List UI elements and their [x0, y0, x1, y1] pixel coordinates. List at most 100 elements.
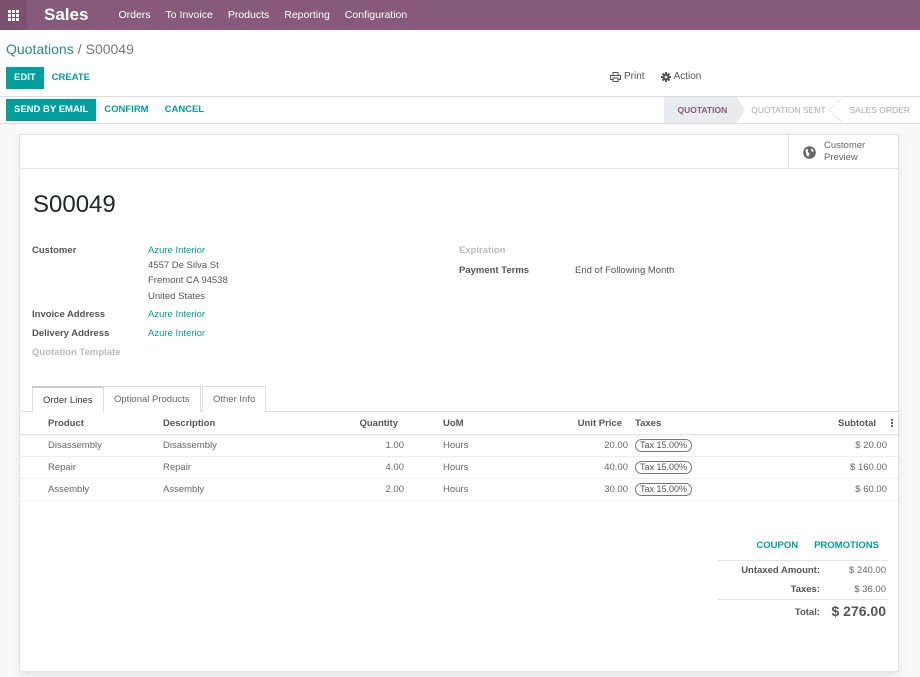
cell-uom: Hours: [443, 462, 469, 473]
menu-orders[interactable]: Orders: [118, 9, 150, 21]
taxes-value: $ 36.00: [854, 584, 886, 595]
tax-badge: Tax 15.00%: [635, 482, 693, 496]
table-row[interactable]: Disassembly Disassembly 1.00 Hours 20.00…: [20, 435, 898, 457]
grid-icon: [8, 9, 19, 21]
cell-subtotal: $ 60.00: [855, 484, 887, 495]
print-icon: [610, 71, 621, 82]
cell-taxes: Tax 15.00%: [635, 479, 693, 501]
cell-quantity: 4.00: [385, 462, 405, 473]
taxes-label: Taxes:: [790, 584, 820, 595]
tab-optional-products[interactable]: Optional Products: [103, 386, 201, 412]
invoice-address-value[interactable]: Azure Interior: [148, 309, 205, 320]
tab-order-lines[interactable]: Order Lines: [32, 386, 104, 413]
menu-configuration[interactable]: Configuration: [345, 9, 407, 21]
delivery-address-value[interactable]: Azure Interior: [148, 328, 205, 339]
cell-taxes: Tax 15.00%: [635, 435, 693, 457]
control-panel: Quotations / S00049 EDIT CREATE Print Acti…: [0, 30, 920, 97]
table-header: Product Description Quantity UoM Unit Pr…: [20, 413, 898, 435]
action-button[interactable]: Action: [660, 71, 702, 82]
column-uom[interactable]: UoM: [443, 413, 464, 435]
customer-preview-line2: Preview: [824, 152, 858, 163]
quotation-template-label: Quotation Template: [32, 347, 121, 358]
customer-address-line3: United States: [148, 291, 206, 302]
column-taxes[interactable]: Taxes: [635, 413, 661, 435]
table-row[interactable]: Repair Repair 4.00 Hours 40.00 Tax 15.00…: [20, 457, 898, 479]
edit-button[interactable]: EDIT: [6, 67, 44, 89]
cell-uom: Hours: [443, 484, 469, 495]
customer-preview-button[interactable]: Customer Preview: [788, 135, 898, 169]
cell-unit-price: 30.00: [604, 484, 628, 495]
customer-label: Customer: [32, 245, 77, 256]
cell-description: Repair: [163, 462, 191, 473]
print-button[interactable]: Print: [610, 71, 645, 82]
expiration-label: Expiration: [459, 245, 506, 256]
top-navbar: Sales Orders To Invoice Products Reporti…: [0, 0, 920, 30]
notebook-tabs: Order Lines Optional Products Other Info: [20, 386, 898, 413]
cell-subtotal: $ 160.00: [850, 462, 887, 473]
stage-quotation-sent[interactable]: QUOTATION SENT: [737, 97, 843, 123]
customer-preview-line1: Customer: [824, 140, 866, 151]
tax-badge: Tax 15.00%: [635, 460, 693, 474]
app-name[interactable]: Sales: [44, 5, 88, 25]
column-quantity[interactable]: Quantity: [320, 413, 398, 435]
customer-address-line1: 4557 De Silva St: [148, 260, 219, 271]
cell-unit-price: 40.00: [604, 462, 628, 473]
cancel-button[interactable]: CANCEL: [157, 99, 213, 121]
print-label: Print: [624, 71, 645, 82]
status-bar: SEND BY EMAIL CONFIRM CANCEL QUOTATION Q…: [0, 97, 920, 124]
breadcrumb-current: S00049: [85, 41, 134, 57]
table-row[interactable]: Assembly Assembly 2.00 Hours 30.00 Tax 1…: [20, 479, 898, 501]
cell-quantity: 2.00: [385, 484, 405, 495]
column-unit-price[interactable]: Unit Price: [540, 413, 622, 435]
menu-products[interactable]: Products: [228, 9, 269, 21]
untaxed-amount-value: $ 240.00: [849, 565, 886, 576]
stage-sales-order[interactable]: SALES ORDER: [836, 97, 920, 123]
breadcrumb-quotations[interactable]: Quotations: [6, 41, 74, 57]
customer-value[interactable]: Azure Interior: [148, 245, 205, 256]
totals-summary: Untaxed Amount: $ 240.00 Taxes: $ 36.00 …: [718, 560, 888, 623]
record-title: S00049: [33, 191, 116, 218]
tab-other-info[interactable]: Other Info: [202, 386, 267, 412]
optional-columns-icon[interactable]: [891, 419, 894, 429]
cell-product: Repair: [48, 462, 76, 473]
column-subtotal[interactable]: Subtotal: [780, 413, 876, 435]
apps-menu-button[interactable]: [0, 0, 27, 30]
form-sheet: Customer Preview S00049 Customer Azure In…: [19, 134, 899, 672]
stage-quotation[interactable]: QUOTATION: [663, 97, 745, 123]
action-label: Action: [673, 71, 702, 82]
payment-terms-value: End of Following Month: [575, 265, 675, 276]
stage-pipeline: QUOTATION QUOTATION SENT SALES ORDER: [663, 97, 920, 123]
menu-to-invoice[interactable]: To Invoice: [166, 9, 213, 21]
breadcrumb-separator: /: [77, 41, 82, 57]
delivery-address-label: Delivery Address: [32, 328, 110, 339]
confirm-button[interactable]: CONFIRM: [96, 99, 156, 121]
total-value: $ 276.00: [831, 603, 887, 619]
create-button[interactable]: CREATE: [44, 67, 98, 89]
cell-product: Disassembly: [48, 440, 102, 451]
cell-quantity: 1.00: [385, 440, 405, 451]
customer-address-line2: Fremont CA 94538: [148, 275, 228, 286]
cell-description: Assembly: [163, 484, 205, 495]
customer-preview-label: Customer Preview: [824, 140, 865, 164]
payment-terms-label: Payment Terms: [459, 265, 530, 276]
menu-reporting[interactable]: Reporting: [284, 9, 330, 21]
promotions-button[interactable]: PROMOTIONS: [798, 535, 879, 557]
tax-badge: Tax 15.00%: [635, 438, 693, 452]
gear-icon: [660, 71, 671, 82]
cell-product: Assembly: [48, 484, 90, 495]
column-product[interactable]: Product: [48, 413, 84, 435]
breadcrumb: Quotations / S00049: [6, 41, 134, 57]
column-description[interactable]: Description: [163, 413, 215, 435]
cell-subtotal: $ 20.00: [855, 440, 887, 451]
untaxed-amount-label: Untaxed Amount:: [741, 565, 820, 576]
button-box: Customer Preview: [20, 135, 898, 169]
coupon-button[interactable]: COUPON: [740, 535, 798, 557]
cell-unit-price: 20.00: [604, 440, 628, 451]
cell-description: Disassembly: [163, 440, 217, 451]
send-by-email-button[interactable]: SEND BY EMAIL: [6, 99, 97, 121]
total-label: Total:: [794, 607, 820, 618]
order-lines-table: Product Description Quantity UoM Unit Pr…: [20, 413, 898, 501]
cell-uom: Hours: [443, 440, 469, 451]
invoice-address-label: Invoice Address: [32, 309, 106, 320]
globe-icon: [803, 145, 816, 159]
